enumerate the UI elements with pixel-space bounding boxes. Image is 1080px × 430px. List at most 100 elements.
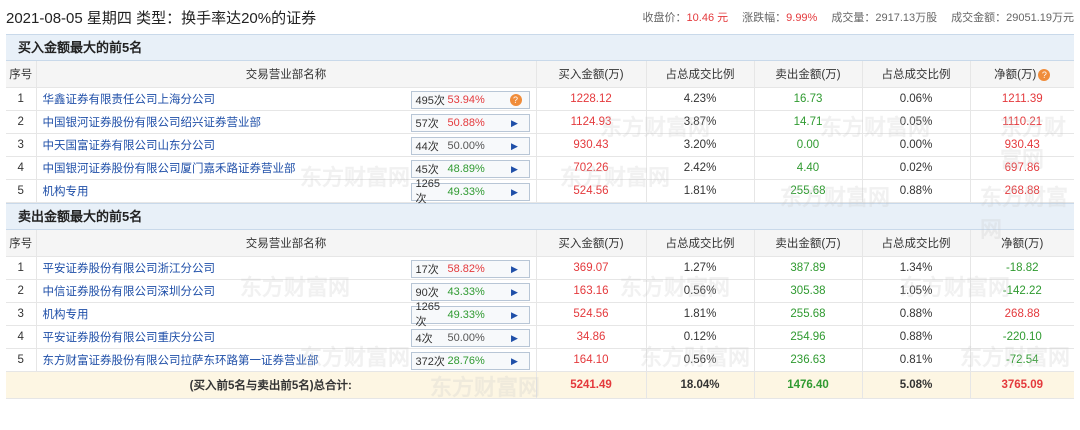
buy-ratio: 2.42%: [646, 156, 755, 180]
column-header: 占总成交比例: [862, 61, 971, 88]
net-amount: 1110.21: [970, 110, 1074, 134]
net-amount: -18.82: [970, 256, 1074, 280]
department-link[interactable]: 中国银河证券股份有限公司厦门嘉禾路证券营业部: [43, 163, 296, 175]
buy-amount: 930.43: [536, 133, 647, 157]
total-net: 3765.09: [970, 371, 1074, 399]
buy-amount: 524.56: [536, 179, 647, 203]
department-cell: 中国银河证券股份有限公司绍兴证券营业部 57次 50.88% ▶: [36, 110, 537, 134]
department-link[interactable]: 机构专用: [43, 309, 89, 321]
total-buy-ratio: 18.04%: [646, 371, 755, 399]
row-index: 2: [6, 279, 37, 303]
table-row: 1 平安证券股份有限公司浙江分公司 17次 58.82% ▶ 369.07 1.27% 387…: [6, 256, 1074, 280]
row-index: 5: [6, 179, 37, 203]
buy-table: 序号 交易营业部名称 买入金额(万) 占总成交比例 卖出金额(万) 占总成交比例 净额(万)…: [6, 61, 1074, 205]
sell-ratio: 0.88%: [862, 325, 971, 349]
top-bar: 2021-08-05 星期四 类型：换手率达20%的证券 收盘价：10.46 元…: [0, 0, 1080, 34]
rank-tag[interactable]: 90次 43.33% ▶: [410, 283, 530, 301]
sell-ratio: 0.06%: [862, 87, 971, 111]
win-rate: 53.94%: [447, 94, 485, 106]
department-link[interactable]: 中信证券股份有限公司深圳分公司: [43, 286, 216, 298]
net-amount: 930.43: [970, 133, 1074, 157]
play-arrow-icon: ▶: [511, 286, 518, 297]
win-rate: 43.33%: [447, 286, 485, 298]
win-rate: 48.89%: [447, 163, 485, 175]
column-header: 净额(万): [970, 230, 1074, 257]
sell-amount: 254.96: [754, 325, 863, 349]
rank-tag[interactable]: 44次 50.00% ▶: [410, 137, 530, 155]
sell-amount: 236.63: [754, 348, 863, 372]
department-cell: 机构专用 1265次 49.33% ▶: [36, 301, 537, 328]
change-pct: 涨跌幅：9.99%: [742, 12, 818, 24]
table-row: 4 中国银河证券股份有限公司厦门嘉禾路证券营业部 45次 48.89% ▶ 702.26 2…: [6, 156, 1074, 180]
rank-tag[interactable]: 4次 50.00% ▶: [410, 329, 530, 347]
rank-tag[interactable]: 1265次 49.33% ▶: [410, 178, 530, 205]
rank-tag[interactable]: 57次 50.88% ▶: [410, 114, 530, 132]
page-title: 2021-08-05 星期四 类型：换手率达20%的证券: [6, 9, 317, 27]
play-arrow-icon: ▶: [511, 140, 518, 151]
department-link[interactable]: 中国银河证券股份有限公司绍兴证券营业部: [43, 117, 262, 129]
rank-tag[interactable]: 495次 53.94%?: [410, 91, 530, 109]
row-index: 3: [6, 133, 37, 157]
win-rate: 49.33%: [447, 186, 485, 198]
buy-ratio: 1.81%: [646, 179, 755, 203]
close-price: 收盘价：10.46 元: [642, 12, 729, 24]
buy-amount: 164.10: [536, 348, 647, 372]
department-cell: 平安证券股份有限公司重庆分公司 4次 50.00% ▶: [36, 325, 537, 349]
department-cell: 中信证券股份有限公司深圳分公司 90次 43.33% ▶: [36, 279, 537, 303]
department-link[interactable]: 华鑫证券有限责任公司上海分公司: [43, 94, 216, 106]
sell-ratio: 0.05%: [862, 110, 971, 134]
rank-tag[interactable]: 1265次 49.33% ▶: [410, 301, 530, 328]
sell-amount: 14.71: [754, 110, 863, 134]
buy-amount: 1124.93: [536, 110, 647, 134]
table-row: 3 中天国富证券有限公司山东分公司 44次 50.00% ▶ 930.43 3.20% 0.0…: [6, 133, 1074, 157]
win-rate: 50.88%: [447, 117, 485, 129]
row-index: 3: [6, 302, 37, 326]
table-row: 2 中国银河证券股份有限公司绍兴证券营业部 57次 50.88% ▶ 1124.93 3.8…: [6, 110, 1074, 134]
table-row: 1 华鑫证券有限责任公司上海分公司 495次 53.94%? 1228.12 4.23% 1…: [6, 87, 1074, 111]
sell-section-title: 卖出金额最大的前5名: [6, 203, 1074, 230]
row-index: 4: [6, 325, 37, 349]
column-header: 买入金额(万): [536, 230, 647, 257]
help-icon[interactable]: ?: [1038, 68, 1051, 81]
row-index: 1: [6, 256, 37, 280]
column-header: 交易营业部名称: [36, 230, 537, 257]
row-index: 5: [6, 348, 37, 372]
sell-table: 序号 交易营业部名称 买入金额(万) 占总成交比例 卖出金额(万) 占总成交比例 净额(万)…: [6, 230, 1074, 399]
amount: 成交金额：29051.19万元: [951, 12, 1074, 24]
net-amount: -72.54: [970, 348, 1074, 372]
total-row: (买入前5名与卖出前5名)总合计: 5241.49 18.04% 1476.40…: [6, 371, 1074, 399]
win-rate: 49.33%: [447, 309, 485, 321]
sell-amount: 255.68: [754, 302, 863, 326]
column-header: 卖出金额(万): [754, 230, 863, 257]
column-header: 买入金额(万): [536, 61, 647, 88]
buy-ratio: 1.27%: [646, 256, 755, 280]
buy-amount: 369.07: [536, 256, 647, 280]
win-rate: 50.00%: [447, 140, 485, 152]
department-cell: 中天国富证券有限公司山东分公司 44次 50.00% ▶: [36, 133, 537, 157]
sell-amount: 255.68: [754, 179, 863, 203]
sell-ratio: 1.34%: [862, 256, 971, 280]
department-link[interactable]: 平安证券股份有限公司浙江分公司: [43, 263, 216, 275]
sell-amount: 305.38: [754, 279, 863, 303]
buy-ratio: 0.12%: [646, 325, 755, 349]
sell-amount: 4.40: [754, 156, 863, 180]
buy-amount: 163.16: [536, 279, 647, 303]
department-cell: 华鑫证券有限责任公司上海分公司 495次 53.94%?: [36, 87, 537, 111]
table-row: 4 平安证券股份有限公司重庆分公司 4次 50.00% ▶ 34.86 0.12% 254.9…: [6, 325, 1074, 349]
rank-tag[interactable]: 17次 58.82% ▶: [410, 260, 530, 278]
department-link[interactable]: 平安证券股份有限公司重庆分公司: [43, 332, 216, 344]
department-link[interactable]: 东方财富证券股份有限公司拉萨东环路第一证券营业部: [43, 355, 319, 367]
department-link[interactable]: 中天国富证券有限公司山东分公司: [43, 140, 216, 152]
buy-ratio: 0.56%: [646, 348, 755, 372]
sell-amount: 0.00: [754, 133, 863, 157]
column-header: 序号: [6, 61, 37, 88]
appear-count: 45次: [415, 164, 439, 176]
rank-tag[interactable]: 45次 48.89% ▶: [410, 160, 530, 178]
column-header: 净额(万)?: [970, 61, 1074, 88]
sell-amount: 387.89: [754, 256, 863, 280]
rank-tag[interactable]: 372次 28.76% ▶: [410, 352, 530, 370]
buy-ratio: 0.56%: [646, 279, 755, 303]
net-amount: 697.86: [970, 156, 1074, 180]
sell-ratio: 0.00%: [862, 133, 971, 157]
department-link[interactable]: 机构专用: [43, 186, 89, 198]
